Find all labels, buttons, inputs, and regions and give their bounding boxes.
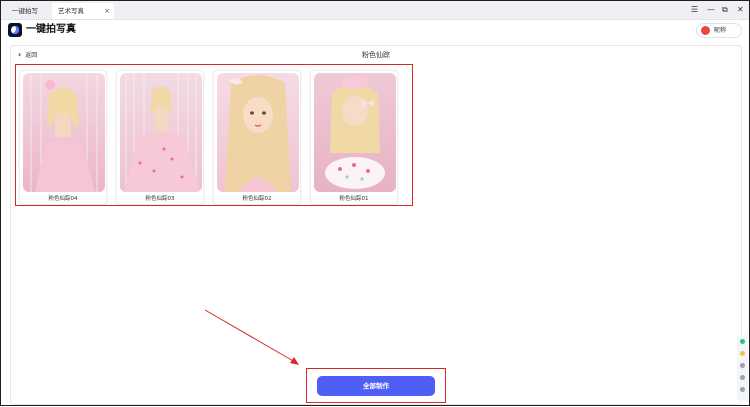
back-button[interactable]: ‹ 返回 [18,50,37,61]
menu-icon[interactable]: ☰ [691,4,698,16]
template-label: 粉色仙踪04 [48,196,78,202]
status-dot-icon [740,339,745,344]
template-card[interactable]: 粉色仙踪02 [213,70,301,205]
close-tab-icon[interactable]: × [104,3,110,19]
template-photo [23,73,105,192]
tool-icon[interactable] [740,375,745,380]
make-all-button[interactable]: 全部制作 [317,376,435,396]
tab-one-click-photo[interactable]: 一键拍写真 [6,3,50,31]
moon-logo-icon [8,23,22,37]
user-profile-button[interactable]: 昵称 [696,23,742,38]
template-card[interactable]: 粉色仙踪03 [116,70,204,205]
restore-icon[interactable]: ⧉ [722,4,728,16]
avatar [701,26,710,35]
tab-label: 艺术写真 [58,7,84,15]
template-label: 粉色仙踪02 [242,196,272,202]
page-title: 粉色仙踪 [362,51,390,59]
close-icon[interactable]: ✕ [737,4,744,16]
app-header: 一键拍写真 昵称 [1,20,749,42]
tab-bar: 一键拍写真 艺术写真 × ☰ — ⧉ ✕ [1,1,749,31]
template-card[interactable]: 粉色仙踪04 [19,70,107,205]
template-gallery: 粉色仙踪04 粉色仙踪03 粉色仙踪02 粉色仙踪01 [15,64,413,206]
user-name: 昵称 [714,27,727,34]
template-label: 粉色仙踪01 [339,196,369,202]
back-label: 返回 [25,52,38,59]
tool-icon[interactable] [740,351,745,356]
side-toolbar[interactable] [737,335,748,401]
template-photo [314,73,396,192]
template-label: 粉色仙踪03 [145,196,175,202]
tool-icon[interactable] [740,387,745,392]
template-photo [217,73,299,192]
app-title: 一键拍写真 [26,24,76,35]
tab-art-photo[interactable]: 艺术写真 × [52,3,114,19]
tool-icon[interactable] [740,363,745,368]
template-card[interactable]: 粉色仙踪01 [310,70,398,205]
minimize-icon[interactable]: — [707,4,715,16]
template-photo [120,73,202,192]
chevron-left-icon: ‹ [18,50,22,59]
